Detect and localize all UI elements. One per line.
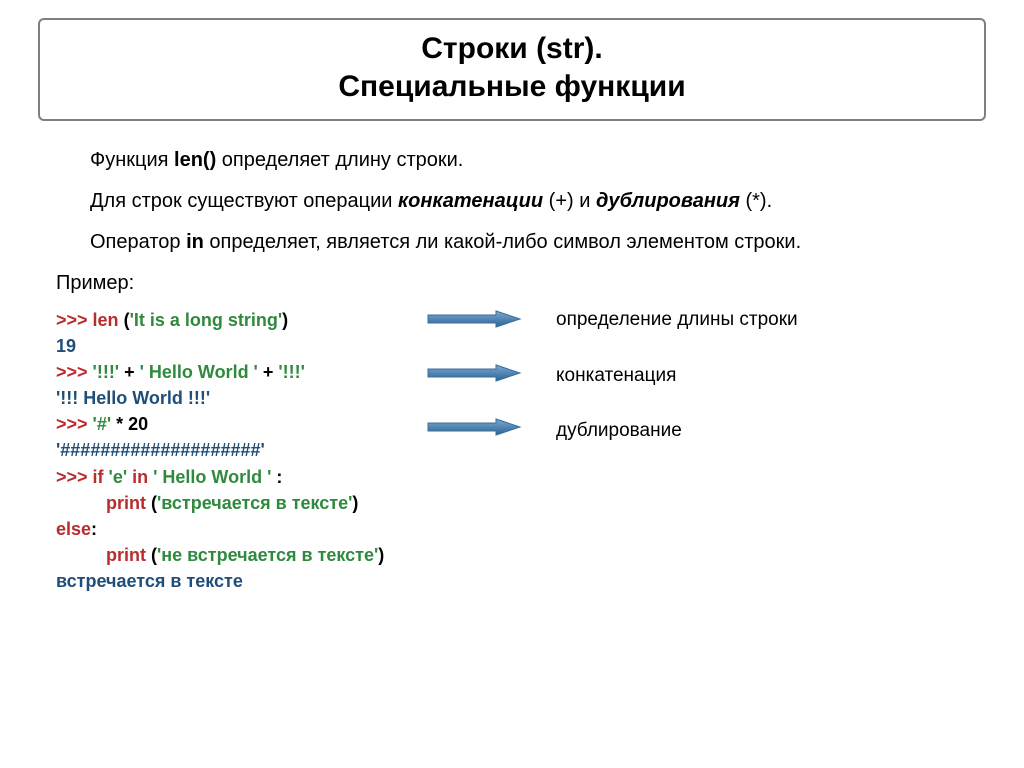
- arrow-right-icon: [426, 417, 556, 437]
- p1-post: определяет длину строки.: [216, 149, 463, 171]
- l7-prompt: >>>: [56, 467, 93, 487]
- code-line-2: 19: [56, 333, 426, 359]
- slide-title: Строки (str). Специальные функции: [40, 30, 984, 105]
- example-label: Пример:: [56, 270, 968, 297]
- code-line-9: else:: [56, 516, 426, 542]
- l5-op: * 20: [111, 414, 148, 434]
- code-column: >>> len ('It is a long string') 19 >>> '…: [56, 307, 426, 594]
- l3-s3: '!!!': [278, 362, 305, 382]
- arrows-column: [426, 307, 556, 594]
- p2-b2: дублирования: [596, 190, 740, 212]
- code-line-8: print ('встречается в тексте'): [56, 490, 426, 516]
- l3-plus2: +: [258, 362, 279, 382]
- code-line-10: print ('не встречается в тексте'): [56, 542, 426, 568]
- title-box: Строки (str). Специальные функции: [38, 18, 986, 121]
- l3-plus1: +: [119, 362, 140, 382]
- l10-indent: [56, 545, 106, 565]
- l9-else: else: [56, 519, 91, 539]
- l9-colon: :: [91, 519, 97, 539]
- l1-str: 'It is a long string': [130, 310, 283, 330]
- arrow-right-icon: [426, 309, 556, 329]
- paragraph-concat-dup: Для строк существуют операции конкатенац…: [56, 188, 968, 215]
- l8-close: ): [352, 493, 358, 513]
- p3-bold: in: [186, 231, 204, 253]
- content: Функция len() определяет длину строки. Д…: [38, 147, 986, 594]
- l5-prompt: >>>: [56, 414, 93, 434]
- l1-func: len: [93, 310, 124, 330]
- note-concat: конкатенация: [556, 363, 968, 389]
- l3-prompt: >>>: [56, 362, 93, 382]
- arrow-right-icon: [426, 363, 556, 383]
- p2-mid: (+) и: [543, 190, 596, 212]
- p3-post: определяет, является ли какой-либо симво…: [204, 231, 801, 253]
- title-line-2: Специальные функции: [338, 70, 685, 103]
- note-dup: дублирование: [556, 418, 968, 444]
- paragraph-len: Функция len() определяет длину строки.: [56, 147, 968, 174]
- paragraph-in: Оператор in определяет, является ли како…: [56, 229, 968, 256]
- code-line-5: >>> '#' * 20: [56, 411, 426, 437]
- l7-s2: ' Hello World ': [153, 467, 271, 487]
- p2-pre: Для строк существуют операции: [90, 190, 398, 212]
- p1-bold: len(): [174, 149, 216, 171]
- p3-pre: Оператор: [90, 231, 186, 253]
- code-line-11: встречается в тексте: [56, 568, 426, 594]
- p2-post: (*).: [740, 190, 772, 212]
- code-line-7: >>> if 'e' in ' Hello World ' :: [56, 464, 426, 490]
- code-line-4: '!!! Hello World !!!': [56, 385, 426, 411]
- l10-close: ): [378, 545, 384, 565]
- code-line-3: >>> '!!!' + ' Hello World ' + '!!!': [56, 359, 426, 385]
- l8-str: 'встречается в тексте': [157, 493, 352, 513]
- l7-s1: 'e': [109, 467, 128, 487]
- code-line-6: '####################': [56, 437, 426, 463]
- p2-b1: конкатенации: [398, 190, 543, 212]
- title-line-1: Строки (str).: [421, 32, 602, 65]
- code-line-1: >>> len ('It is a long string'): [56, 307, 426, 333]
- l5-s1: '#': [93, 414, 112, 434]
- l10-str: 'не встречается в тексте': [157, 545, 378, 565]
- l10-func: print: [106, 545, 151, 565]
- l7-if: if: [93, 467, 109, 487]
- notes-column: определение длины строки конкатенация ду…: [556, 307, 968, 594]
- example-columns: >>> len ('It is a long string') 19 >>> '…: [56, 307, 968, 594]
- l1-paren-close: ): [282, 310, 288, 330]
- l7-colon: :: [271, 467, 282, 487]
- l1-prompt: >>>: [56, 310, 93, 330]
- l8-indent: [56, 493, 106, 513]
- note-length: определение длины строки: [556, 307, 968, 333]
- l3-s2: ' Hello World ': [140, 362, 258, 382]
- slide: Строки (str). Специальные функции Функци…: [0, 0, 1024, 594]
- l8-func: print: [106, 493, 151, 513]
- l7-in: in: [127, 467, 153, 487]
- p1-pre: Функция: [90, 149, 174, 171]
- l3-s1: '!!!': [93, 362, 120, 382]
